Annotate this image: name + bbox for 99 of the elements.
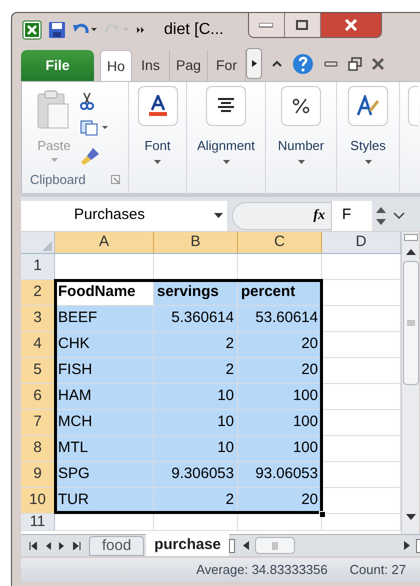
window-title: diet [C... [164, 20, 224, 40]
fill-handle[interactable] [319, 511, 326, 518]
spreadsheet-app-icon[interactable] [22, 20, 42, 40]
column-header[interactable]: B [154, 232, 238, 253]
split-handle[interactable] [404, 234, 418, 241]
styles-icon [356, 95, 380, 117]
first-sheet-icon[interactable] [29, 542, 37, 550]
dropdown-arrow-icon [50, 158, 58, 162]
table-cell: 20 [238, 358, 322, 383]
sheet-tab[interactable]: food [89, 536, 144, 556]
table-cell: 9.306053 [154, 462, 238, 487]
expand-formula-icon[interactable] [393, 212, 405, 220]
table-cell: MCH [55, 410, 154, 435]
table-cell: 100 [238, 436, 322, 461]
table-cell: MTL [55, 436, 154, 461]
row-header[interactable]: 4 [21, 332, 55, 357]
table-cell: 93.06053 [238, 462, 322, 487]
minimize-icon [259, 22, 274, 28]
percent-icon [292, 98, 310, 114]
dropdown-arrow-icon[interactable] [214, 213, 223, 218]
table-cell: servings [154, 280, 238, 305]
save-icon[interactable] [48, 20, 66, 38]
table-cell: 100 [238, 384, 322, 409]
row-header[interactable]: 6 [21, 384, 55, 409]
scroll-right-arrow-icon[interactable] [404, 541, 410, 550]
formula-field[interactable]: F [332, 200, 372, 230]
table-cell: percent [238, 280, 322, 305]
scissors-icon[interactable] [80, 92, 94, 110]
last-sheet-icon[interactable] [73, 542, 81, 550]
table-cell: SPG [55, 462, 154, 487]
right-arrow-icon [252, 60, 256, 67]
copy-icon[interactable] [80, 120, 108, 136]
ribbon-tab[interactable]: Ho [100, 50, 132, 81]
table-cell: FISH [55, 358, 154, 383]
scrollbar-thumb[interactable] [254, 537, 295, 554]
row-header[interactable]: 3 [21, 306, 55, 331]
table-cell: 2 [154, 358, 238, 383]
status-average: Average: 34.83333356 [196, 561, 328, 580]
table-cell: CHK [55, 332, 154, 357]
name-box[interactable]: Purchases [21, 200, 227, 230]
row-header[interactable]: 9 [21, 462, 55, 487]
table-cell: 20 [238, 488, 322, 513]
status-count: Count: 27 [350, 561, 406, 580]
scroll-left-arrow-icon[interactable] [242, 541, 249, 550]
table-cell: 10 [154, 436, 238, 461]
table-cell: 10 [154, 384, 238, 409]
spin-arrows-icon[interactable] [374, 204, 388, 226]
close-button[interactable] [320, 13, 381, 37]
table-cell: 2 [154, 488, 238, 513]
scrollbar-thumb[interactable] [402, 261, 418, 385]
ribbon-group-button[interactable]: Number [278, 86, 324, 164]
minimize-workbook-icon[interactable] [324, 60, 338, 66]
row-header[interactable]: 7 [21, 410, 55, 435]
column-header[interactable]: A [55, 232, 154, 253]
dropdown-arrow-icon [222, 160, 230, 164]
table-cell: BEEF [55, 306, 154, 331]
table-cell: 20 [238, 332, 322, 357]
collapse-ribbon-icon[interactable] [272, 60, 282, 67]
sheet-tab[interactable]: purchase [146, 534, 229, 556]
previous-sheet-icon[interactable] [45, 542, 51, 550]
row-header[interactable]: 11 [21, 514, 55, 530]
tab-scroll-button[interactable] [246, 48, 262, 79]
maximize-button[interactable] [284, 13, 321, 37]
table-cell: 53.60614 [238, 306, 322, 331]
vertical-scrollbar[interactable] [401, 232, 419, 534]
scroll-up-arrow-icon[interactable] [406, 249, 416, 255]
dropdown-arrow-icon [298, 160, 304, 164]
help-icon[interactable] [292, 52, 314, 74]
group-label: Clipboard [30, 170, 86, 189]
close-workbook-icon[interactable] [372, 58, 384, 70]
table-cell: 10 [154, 410, 238, 435]
scroll-down-arrow-icon[interactable] [406, 514, 416, 520]
maximize-icon [296, 20, 308, 30]
column-header[interactable]: C [238, 232, 322, 253]
table-cell: 2 [154, 332, 238, 357]
more-commands-icon[interactable] [136, 24, 146, 34]
table-cell: HAM [55, 384, 154, 409]
dropdown-arrow-icon [364, 160, 372, 164]
dropdown-arrow-icon [154, 160, 161, 164]
restore-workbook-icon[interactable] [348, 56, 362, 70]
table-cell: TUR [55, 488, 154, 513]
font-color-icon [146, 95, 168, 117]
table-cell: 5.360614 [154, 306, 238, 331]
column-header[interactable]: D [322, 232, 401, 253]
dialog-launcher-icon[interactable] [111, 174, 120, 184]
close-icon [344, 19, 358, 31]
minimize-button[interactable] [248, 13, 285, 37]
align-center-icon [217, 98, 235, 114]
table-cell: 100 [238, 410, 322, 435]
row-header[interactable]: 2 [21, 280, 55, 305]
brush-icon[interactable] [80, 146, 102, 166]
row-header[interactable]: 10 [21, 488, 55, 513]
row-header[interactable]: 5 [21, 358, 55, 383]
insert-function-button[interactable]: fx [313, 205, 325, 226]
ribbon-group-button[interactable]: Alignment [197, 86, 255, 164]
file-tab[interactable]: File [21, 50, 94, 81]
row-header[interactable]: 1 [21, 254, 55, 279]
row-header[interactable]: 8 [21, 436, 55, 461]
next-sheet-icon[interactable] [59, 542, 65, 550]
